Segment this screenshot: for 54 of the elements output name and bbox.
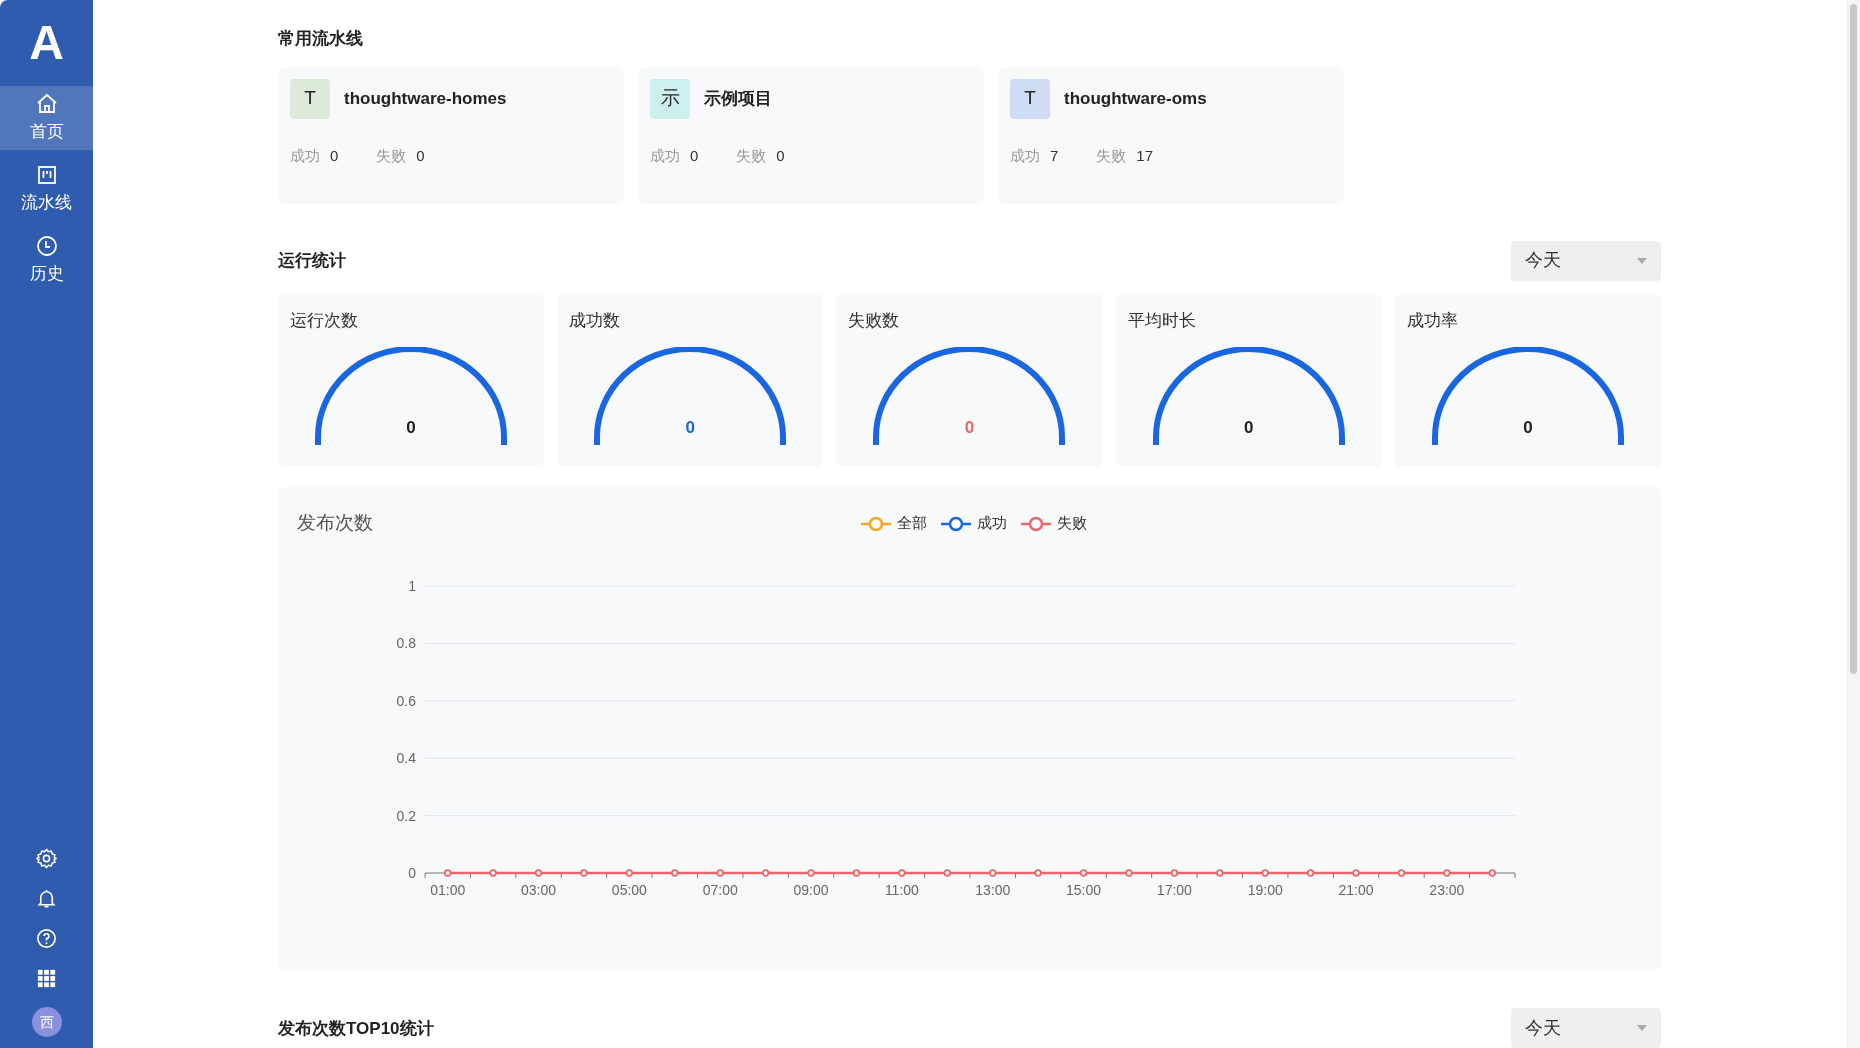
logo: A [29, 19, 64, 67]
x-tick-label: 11:00 [884, 881, 919, 898]
stat-value: 0 [690, 145, 699, 166]
pipeline-badge: T [290, 78, 330, 119]
stat-label: 失败 [1096, 145, 1127, 166]
section-title: 运行统计 [278, 250, 346, 272]
x-tick-label: 07:00 [702, 881, 738, 898]
gauge-value: 0 [685, 417, 695, 440]
legend-label: 成功 [977, 513, 1007, 534]
x-tick-label: 13:00 [975, 881, 1011, 898]
stat-label: 成功 [650, 145, 680, 166]
stat-label: 成功 [1010, 145, 1040, 166]
stat-value: 0 [776, 145, 785, 166]
x-tick-label: 03:00 [521, 881, 557, 898]
stat-value: 0 [330, 145, 339, 166]
y-tick-label: 1 [408, 577, 416, 594]
gauge-value: 0 [1523, 417, 1533, 440]
stat-title: 平均时长 [1127, 309, 1196, 332]
x-tick-label: 15:00 [1066, 881, 1102, 898]
pipeline-name: thoughtware-oms [1064, 88, 1207, 110]
pipeline-badge: T [1010, 78, 1050, 119]
gauge-value: 0 [964, 417, 975, 440]
legend-label: 失败 [1057, 513, 1087, 534]
stat-value: 0 [416, 145, 425, 166]
y-tick-label: 0.6 [396, 692, 416, 709]
gauge-value: 0 [406, 417, 416, 440]
chart-title: 发布次数 [297, 511, 373, 536]
x-tick-label: 05:00 [611, 881, 647, 898]
y-tick-label: 0.8 [396, 635, 416, 652]
pipeline-badge: 示 [650, 78, 690, 119]
x-tick-label: 09:00 [793, 881, 829, 898]
y-tick-label: 0 [408, 864, 416, 881]
x-tick-label: 19:00 [1247, 881, 1283, 898]
legend-label: 全部 [897, 513, 927, 534]
pipeline-name: 示例项目 [704, 88, 772, 110]
stat-label: 失败 [376, 145, 407, 166]
pipeline-name: thoughtware-homes [344, 88, 507, 110]
x-tick-label: 01:00 [430, 881, 466, 898]
section-title: 发布次数TOP10统计 [278, 1019, 434, 1039]
x-tick-label: 17:00 [1156, 881, 1192, 898]
stat-title: 成功数 [569, 309, 621, 332]
x-tick-label: 21:00 [1338, 881, 1374, 898]
section-title: 常用流水线 [278, 28, 364, 50]
stat-title: 失败数 [848, 309, 900, 332]
y-tick-label: 0.2 [396, 807, 416, 824]
stat-label: 失败 [736, 145, 767, 166]
gauge-value: 0 [1243, 417, 1254, 440]
stat-title: 成功率 [1406, 309, 1458, 332]
stat-title: 运行次数 [290, 309, 358, 332]
y-tick-label: 0.4 [396, 749, 416, 766]
stat-value: 17 [1136, 145, 1154, 166]
stat-label: 成功 [290, 145, 320, 166]
x-tick-label: 23:00 [1429, 881, 1465, 898]
stat-value: 7 [1050, 145, 1059, 166]
